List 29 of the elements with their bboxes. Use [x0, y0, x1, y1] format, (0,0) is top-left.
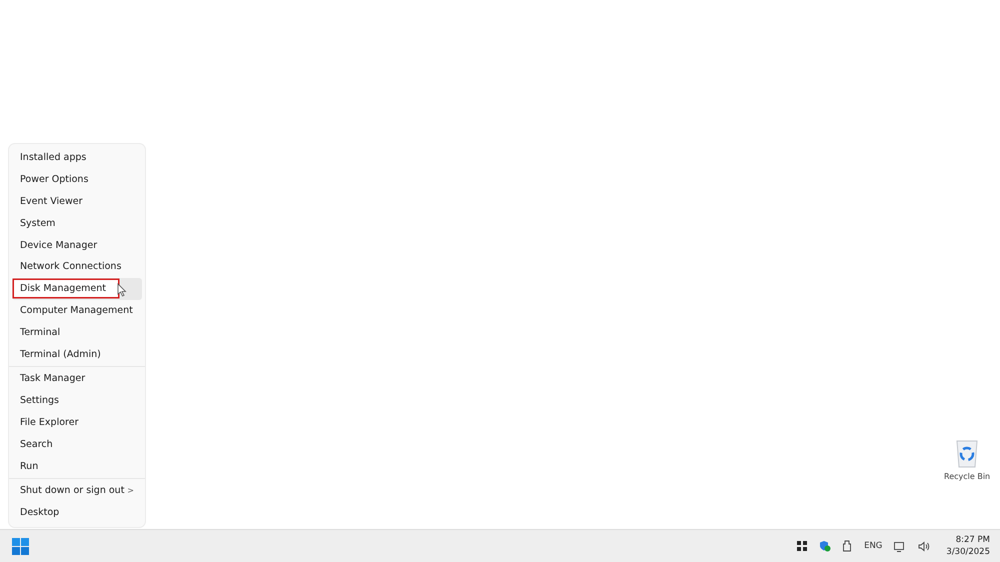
menu-item[interactable]: Settings [12, 390, 142, 412]
shield-icon[interactable] [819, 540, 832, 552]
clock[interactable]: 8:27 PM 3/30/2025 [946, 534, 990, 558]
app-grid-icon[interactable] [797, 541, 808, 551]
menu-item[interactable]: Disk Management [12, 278, 142, 300]
usb-drive-icon[interactable] [843, 540, 852, 552]
desktop-icon-label: Recycle Bin [944, 472, 990, 481]
menu-item[interactable]: Terminal (Admin) [12, 343, 142, 365]
menu-item[interactable]: System [12, 212, 142, 234]
menu-item[interactable]: Power Options [12, 168, 142, 191]
menu-item[interactable]: Terminal [12, 321, 142, 344]
menu-item[interactable]: Computer Management [12, 300, 142, 322]
start-icon[interactable] [12, 538, 29, 554]
menu-item[interactable]: Shut down or sign out > [12, 480, 142, 502]
menu-item[interactable]: Search [12, 433, 142, 456]
menu-item[interactable]: Desktop [12, 502, 142, 524]
menu-item[interactable]: Task Manager [12, 368, 142, 390]
chevron-icon: > [127, 486, 134, 496]
recycle-bin-icon[interactable] [954, 438, 980, 468]
monitor-icon[interactable] [894, 540, 906, 552]
cursor-icon [117, 283, 127, 297]
menu-item[interactable]: Run [12, 455, 142, 477]
menu-item[interactable]: Network Connections [12, 256, 142, 278]
speaker-icon[interactable] [918, 540, 930, 552]
menu-item[interactable]: Installed apps [12, 147, 142, 169]
menu-item[interactable]: Event Viewer [12, 190, 142, 212]
menu-item[interactable]: Device Manager [12, 234, 142, 256]
menu-item[interactable]: File Explorer [12, 412, 142, 434]
language-indicator[interactable]: ENG [864, 541, 882, 551]
